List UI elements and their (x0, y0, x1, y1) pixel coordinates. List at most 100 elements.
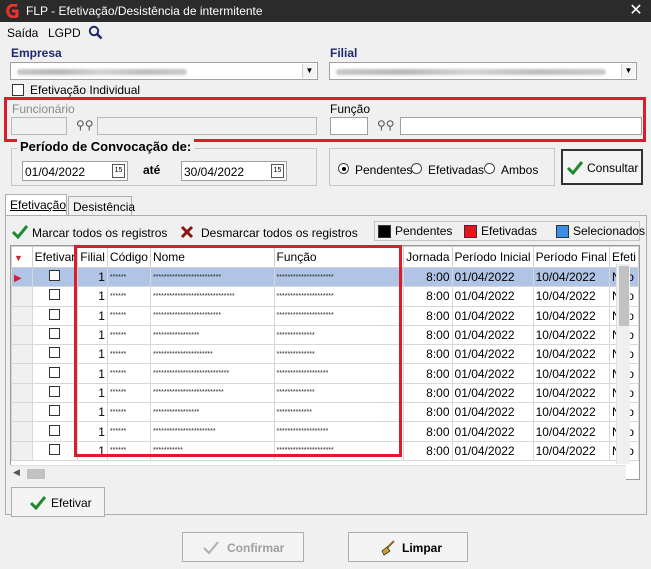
cell-periodo-final: 10/04/2022 (532, 402, 610, 423)
legend-swatch (556, 225, 569, 238)
scroll-left-icon[interactable]: ◀ (13, 467, 20, 478)
tab-efetivacao-label: Efetivação (10, 198, 67, 212)
col-header[interactable]: Jornada (403, 246, 453, 268)
col-header[interactable]: Período Final (532, 246, 610, 268)
end-date-value: 30/04/2022 (184, 165, 245, 179)
row-indicator (11, 344, 33, 365)
sort-indicator[interactable]: ▼ (11, 246, 33, 268)
empresa-label: Empresa (11, 46, 62, 60)
calendar-icon[interactable]: 15 (112, 164, 125, 178)
mark-all-link[interactable]: Marcar todos os registros (32, 226, 167, 240)
check-icon (30, 496, 46, 510)
col-header[interactable]: Efetivar (31, 246, 79, 268)
check-icon (203, 541, 219, 555)
row-indicator (11, 402, 33, 423)
clear-button[interactable]: Limpar (348, 532, 468, 562)
calendar-icon[interactable]: 15 (271, 164, 284, 178)
efetivar-label: Efetivar (51, 496, 92, 510)
scroll-thumb[interactable] (619, 266, 629, 326)
cell-jornada: 8:00 (403, 421, 453, 442)
row-indicator (11, 440, 33, 461)
row-checkbox[interactable] (31, 344, 79, 365)
search-icon[interactable] (88, 25, 103, 40)
effective-radio[interactable] (411, 163, 422, 174)
consult-button[interactable]: Consultar (561, 149, 643, 185)
cell-periodo-final: 10/04/2022 (532, 266, 610, 288)
legend-label: Efetivadas (481, 224, 538, 238)
funcao-name-input[interactable] (400, 117, 642, 135)
effective-label: Efetivadas (428, 163, 485, 177)
individual-checkbox[interactable] (12, 84, 24, 96)
cell-periodo-inicial: 01/04/2022 (451, 344, 534, 365)
check-icon[interactable] (12, 225, 28, 239)
funcao-label: Função (330, 102, 371, 116)
binoculars-icon[interactable]: ⚲⚲ (377, 118, 395, 132)
row-checkbox[interactable] (31, 305, 79, 326)
cell-periodo-final: 10/04/2022 (532, 305, 610, 326)
cell-periodo-inicial: 01/04/2022 (451, 363, 534, 384)
filial-label: Filial (330, 46, 358, 60)
cell-jornada: 8:00 (403, 402, 453, 423)
col-header[interactable]: Período Inicial (451, 246, 534, 268)
cell-periodo-inicial: 01/04/2022 (451, 305, 534, 326)
row-checkbox[interactable] (31, 421, 79, 442)
filial-select[interactable]: ▼ (329, 62, 637, 80)
cell-periodo-final: 10/04/2022 (532, 382, 610, 404)
row-checkbox[interactable] (31, 382, 79, 404)
row-checkbox[interactable] (31, 440, 79, 461)
cell-jornada: 8:00 (403, 440, 453, 461)
legend-label: Selecionados (573, 224, 646, 238)
row-indicator (11, 382, 33, 404)
row-indicator (11, 363, 33, 384)
funcionario-name-input[interactable] (97, 117, 317, 135)
chevron-down-icon: ▼ (302, 64, 316, 78)
funcionario-label: Funcionário (12, 102, 75, 116)
cell-jornada: 8:00 (403, 286, 453, 307)
row-indicator (11, 324, 33, 346)
end-date-input[interactable]: 30/04/2022 15 (181, 161, 287, 181)
confirm-button[interactable]: Confirmar (182, 532, 304, 562)
funcionario-code-input[interactable] (11, 117, 67, 135)
menu-exit[interactable]: Saída (7, 26, 38, 40)
highlight-box (74, 245, 402, 457)
cell-periodo-final: 10/04/2022 (532, 286, 610, 307)
vertical-scrollbar[interactable] (616, 264, 630, 464)
title-bar: FLP - Efetivação/Desistência de intermit… (0, 0, 651, 22)
horizontal-scrollbar[interactable]: ◀ (10, 465, 626, 481)
cell-jornada: 8:00 (403, 363, 453, 384)
scroll-thumb[interactable] (27, 469, 45, 479)
row-checkbox[interactable] (31, 402, 79, 423)
row-checkbox[interactable] (31, 286, 79, 307)
both-label: Ambos (501, 163, 539, 177)
tab-efetivacao[interactable]: Efetivação (5, 194, 67, 216)
start-date-input[interactable]: 01/04/2022 15 (22, 161, 128, 181)
row-checkbox[interactable] (31, 363, 79, 384)
pending-radio[interactable] (338, 163, 349, 174)
row-checkbox[interactable] (31, 266, 79, 288)
funcao-code-input[interactable] (330, 117, 368, 135)
cell-jornada: 8:00 (403, 324, 453, 346)
broom-icon (381, 540, 395, 556)
tab-desistencia[interactable]: Desistência (68, 196, 135, 216)
cell-periodo-inicial: 01/04/2022 (451, 266, 534, 288)
row-checkbox[interactable] (31, 324, 79, 346)
chevron-down-icon: ▼ (621, 64, 635, 78)
cell-periodo-inicial: 01/04/2022 (451, 324, 534, 346)
row-indicator (11, 286, 33, 307)
cell-periodo-final: 10/04/2022 (532, 324, 610, 346)
menu-lgpd[interactable]: LGPD (48, 26, 81, 40)
close-icon[interactable]: ✕ (626, 1, 646, 21)
cell-periodo-final: 10/04/2022 (532, 363, 610, 384)
until-label: até (143, 163, 161, 177)
cell-periodo-inicial: 01/04/2022 (451, 421, 534, 442)
app-logo-icon (6, 4, 19, 18)
binoculars-icon[interactable]: ⚲⚲ (76, 118, 94, 132)
x-icon[interactable] (180, 225, 194, 239)
cell-jornada: 8:00 (403, 344, 453, 365)
pending-label: Pendentes (355, 163, 413, 177)
empresa-select[interactable]: ▼ (10, 62, 318, 80)
efetivar-button[interactable]: Efetivar (11, 487, 105, 517)
both-radio[interactable] (484, 163, 495, 174)
row-indicator: ▶ (11, 266, 33, 288)
unmark-all-link[interactable]: Desmarcar todos os registros (201, 226, 358, 240)
